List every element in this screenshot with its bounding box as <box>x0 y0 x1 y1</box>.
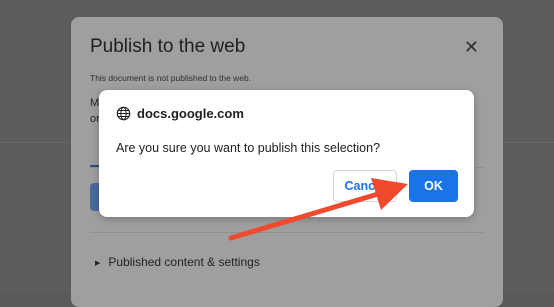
ok-button[interactable]: OK <box>409 170 458 202</box>
published-content-settings-label: Published content & settings <box>108 255 260 269</box>
globe-icon <box>116 106 131 121</box>
close-icon[interactable]: ✕ <box>464 37 479 58</box>
section-divider <box>90 232 484 233</box>
confirm-dialog: docs.google.com Are you sure you want to… <box>99 90 474 217</box>
caret-right-icon: ▶ <box>95 260 101 267</box>
confirm-question: Are you sure you want to publish this se… <box>116 141 381 155</box>
published-content-settings-toggle[interactable]: ▶ Published content & settings <box>95 255 260 269</box>
cancel-button[interactable]: Cancel <box>333 170 397 202</box>
dialog-title: Publish to the web <box>90 36 246 57</box>
origin-domain: docs.google.com <box>137 106 244 121</box>
publish-status-notice: This document is not published to the we… <box>90 73 252 83</box>
dialog-origin: docs.google.com <box>116 106 244 121</box>
